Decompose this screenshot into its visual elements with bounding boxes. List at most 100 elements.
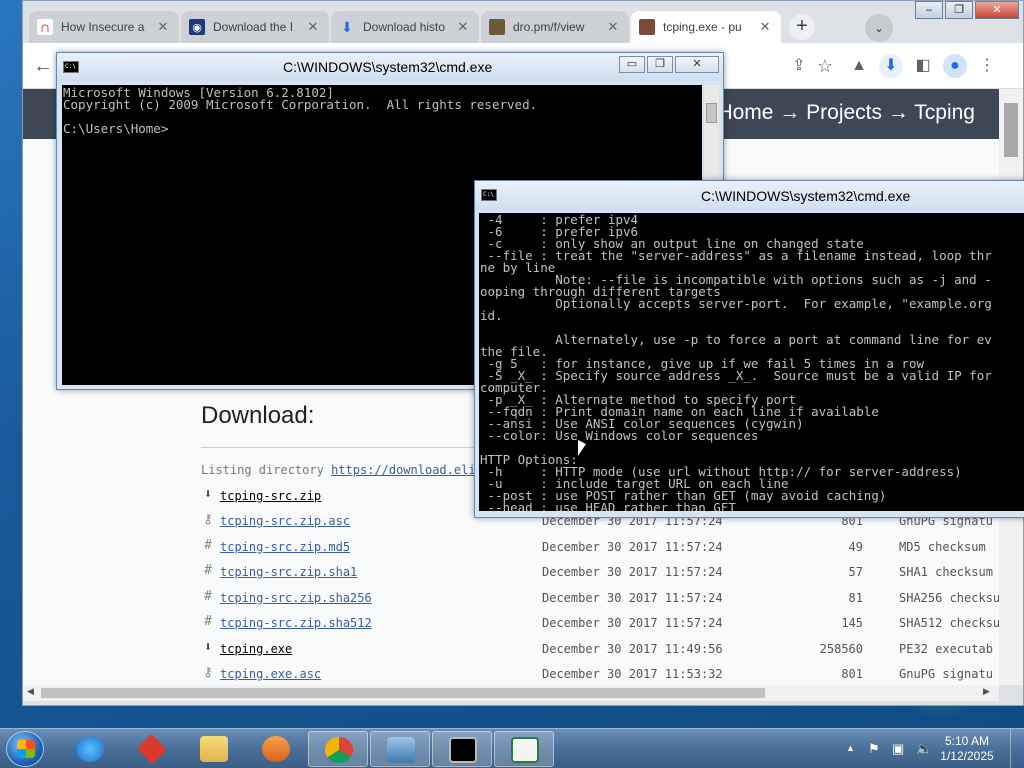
share-icon[interactable]: ⇪ — [787, 54, 811, 78]
file-name-link[interactable]: tcping.exe.asc — [220, 667, 321, 681]
file-name-link[interactable]: tcping.exe — [220, 642, 292, 656]
profile-avatar-icon[interactable]: ● — [943, 54, 967, 78]
show-desktop-button[interactable] — [1010, 729, 1024, 768]
file-name-link[interactable]: tcping-src.zip — [220, 489, 321, 503]
avatar-icon — [639, 19, 655, 35]
tab-label: Download histo — [363, 20, 446, 34]
tab-label: tcping.exe - pu — [663, 20, 742, 34]
file-name-link[interactable]: tcping-src.zip.asc — [220, 514, 350, 528]
menu-kebab-icon[interactable]: ⋮ — [975, 54, 999, 78]
cmd-titlebar[interactable]: C:\ C:\WINDOWS\system32\cmd.exe ▭ ❐ ✕ — [57, 53, 723, 81]
console-line: --head : use HEAD rather than GET — [480, 500, 736, 511]
minimize-button[interactable]: ▭ — [619, 56, 645, 73]
taskbar-chrome[interactable] — [308, 731, 368, 767]
tab-label: Download the I — [213, 20, 294, 34]
tab-close-icon[interactable]: ✕ — [757, 19, 773, 35]
file-size: 49 — [848, 540, 863, 554]
file-name-link[interactable]: tcping-src.zip.sha512 — [220, 616, 372, 630]
console-line: -S _X_ : Specify source address _X_. Sou… — [480, 368, 992, 383]
tab-4[interactable]: dro.pm/f/view ✕ — [481, 11, 629, 43]
taskbar-internet-explorer[interactable] — [60, 731, 120, 767]
extension-icon[interactable]: ▲ — [847, 54, 871, 78]
folder-icon — [200, 736, 228, 762]
download-heading: Download: — [201, 402, 315, 429]
minimize-button[interactable]: – — [915, 1, 943, 19]
console-line: Copyright (c) 2009 Microsoft Corporation… — [63, 97, 538, 112]
netflix-n-icon: ∩ — [37, 19, 53, 36]
tray-expand-arrow-icon[interactable]: ▲ — [846, 743, 855, 753]
cmd-app-icon: C:\ — [63, 61, 79, 73]
scrollbar-thumb[interactable] — [41, 688, 765, 698]
tab-close-icon[interactable]: ✕ — [155, 19, 171, 35]
tab-close-icon[interactable]: ✕ — [605, 19, 621, 35]
new-tab-button[interactable]: + — [789, 14, 815, 40]
taskbar-media-player[interactable] — [246, 731, 306, 767]
scroll-left-arrow-icon[interactable]: ◀ — [27, 686, 34, 697]
breadcrumb[interactable]: Home → Projects → Tcping — [717, 101, 975, 125]
bookmark-star-icon[interactable]: ☆ — [813, 54, 837, 78]
tab-search-chevron-icon[interactable]: ⌄ — [865, 14, 893, 42]
maximize-button[interactable]: ❐ — [647, 56, 673, 73]
cmd-console-output[interactable]: -4 : prefer ipv4 -6 : prefer ipv6 -c : o… — [479, 213, 1024, 511]
tab-5-active[interactable]: tcping.exe - pu ✕ — [631, 11, 781, 43]
volume-icon[interactable]: 🔈 — [916, 741, 932, 757]
file-description: MD5 checksum — [899, 540, 986, 554]
taskbar-cmd[interactable] — [432, 731, 492, 767]
cmd-title: C:\WINDOWS\system32\cmd.exe — [701, 188, 911, 204]
internet-explorer-icon — [76, 736, 104, 762]
listing-prefix: Listing directory — [201, 463, 324, 477]
download-icon: ⬇ — [204, 640, 212, 655]
tab-1[interactable]: ∩ How Insecure a ✕ — [29, 11, 179, 43]
close-button[interactable]: ✕ — [675, 56, 719, 73]
file-date: December 30 2017 11:57:24 — [542, 565, 723, 579]
file-name-link[interactable]: tcping-src.zip.sha1 — [220, 565, 357, 579]
file-size: 258560 — [819, 642, 863, 656]
system-clock[interactable]: 5:10 AM 1/12/2025 — [932, 734, 1002, 764]
taskbar-notepad-app[interactable] — [494, 731, 554, 767]
picture-icon — [387, 737, 415, 763]
tab-2[interactable]: ◉ Download the I ✕ — [181, 11, 329, 43]
network-icon[interactable]: ▣ — [892, 741, 904, 757]
close-button[interactable]: ✕ — [975, 1, 1019, 19]
cmd-window-2[interactable]: C:\ C:\WINDOWS\system32\cmd.exe -4 : pre… — [474, 180, 1024, 518]
mouse-cursor — [578, 440, 586, 456]
clock-time: 5:10 AM — [944, 734, 990, 748]
red-app-icon — [136, 733, 168, 765]
taskbar-file-explorer[interactable] — [184, 731, 244, 767]
file-description: SHA512 checksu — [899, 616, 999, 630]
file-name-link[interactable]: tcping-src.zip.sha256 — [220, 591, 372, 605]
notepad-icon — [511, 737, 539, 763]
maximize-button[interactable]: ❐ — [945, 1, 973, 19]
tab-close-icon[interactable]: ✕ — [305, 19, 321, 35]
console-line: Alternately, use -p to force a port at c… — [480, 332, 992, 347]
side-panel-icon[interactable]: ◧ — [911, 54, 935, 78]
hash-icon: # — [204, 538, 212, 553]
file-description: GnuPG signatu — [899, 667, 993, 681]
listing-url-link[interactable]: https://download.eli — [331, 463, 476, 477]
file-date: December 30 2017 11:49:56 — [542, 642, 723, 656]
start-button[interactable] — [6, 731, 44, 767]
file-date: December 30 2017 11:53:32 — [542, 667, 723, 681]
image-icon — [489, 19, 505, 35]
taskbar-picture-app[interactable] — [370, 731, 430, 767]
download-icon[interactable]: ⬇ — [879, 54, 903, 78]
console-line: C:\Users\Home> — [63, 121, 169, 136]
page-horizontal-scrollbar[interactable]: ◀ ▶ — [23, 685, 999, 701]
cmd-icon — [449, 737, 477, 763]
media-player-icon — [262, 736, 290, 762]
tab-3[interactable]: ⬇ Download histo ✕ — [331, 11, 479, 43]
scrollbar-thumb[interactable] — [1004, 103, 1018, 157]
file-size: 81 — [848, 591, 863, 605]
cmd-titlebar[interactable]: C:\ C:\WINDOWS\system32\cmd.exe — [475, 181, 1024, 211]
tab-close-icon[interactable]: ✕ — [455, 19, 471, 35]
scroll-right-arrow-icon[interactable]: ▶ — [983, 686, 990, 697]
file-size: 801 — [841, 667, 863, 681]
taskbar-red-app[interactable] — [122, 731, 182, 767]
tab-strip: ∩ How Insecure a ✕ ◉ Download the I ✕ ⬇ … — [23, 1, 1023, 43]
console-line: id. — [480, 308, 503, 323]
file-name-link[interactable]: tcping-src.zip.md5 — [220, 540, 350, 554]
action-center-flag-icon[interactable]: ⚑ — [868, 741, 880, 757]
browser-window-controls: – ❐ ✕ — [913, 1, 1019, 19]
scrollbar-thumb[interactable] — [706, 103, 717, 123]
back-arrow-icon[interactable]: ← — [31, 54, 55, 78]
